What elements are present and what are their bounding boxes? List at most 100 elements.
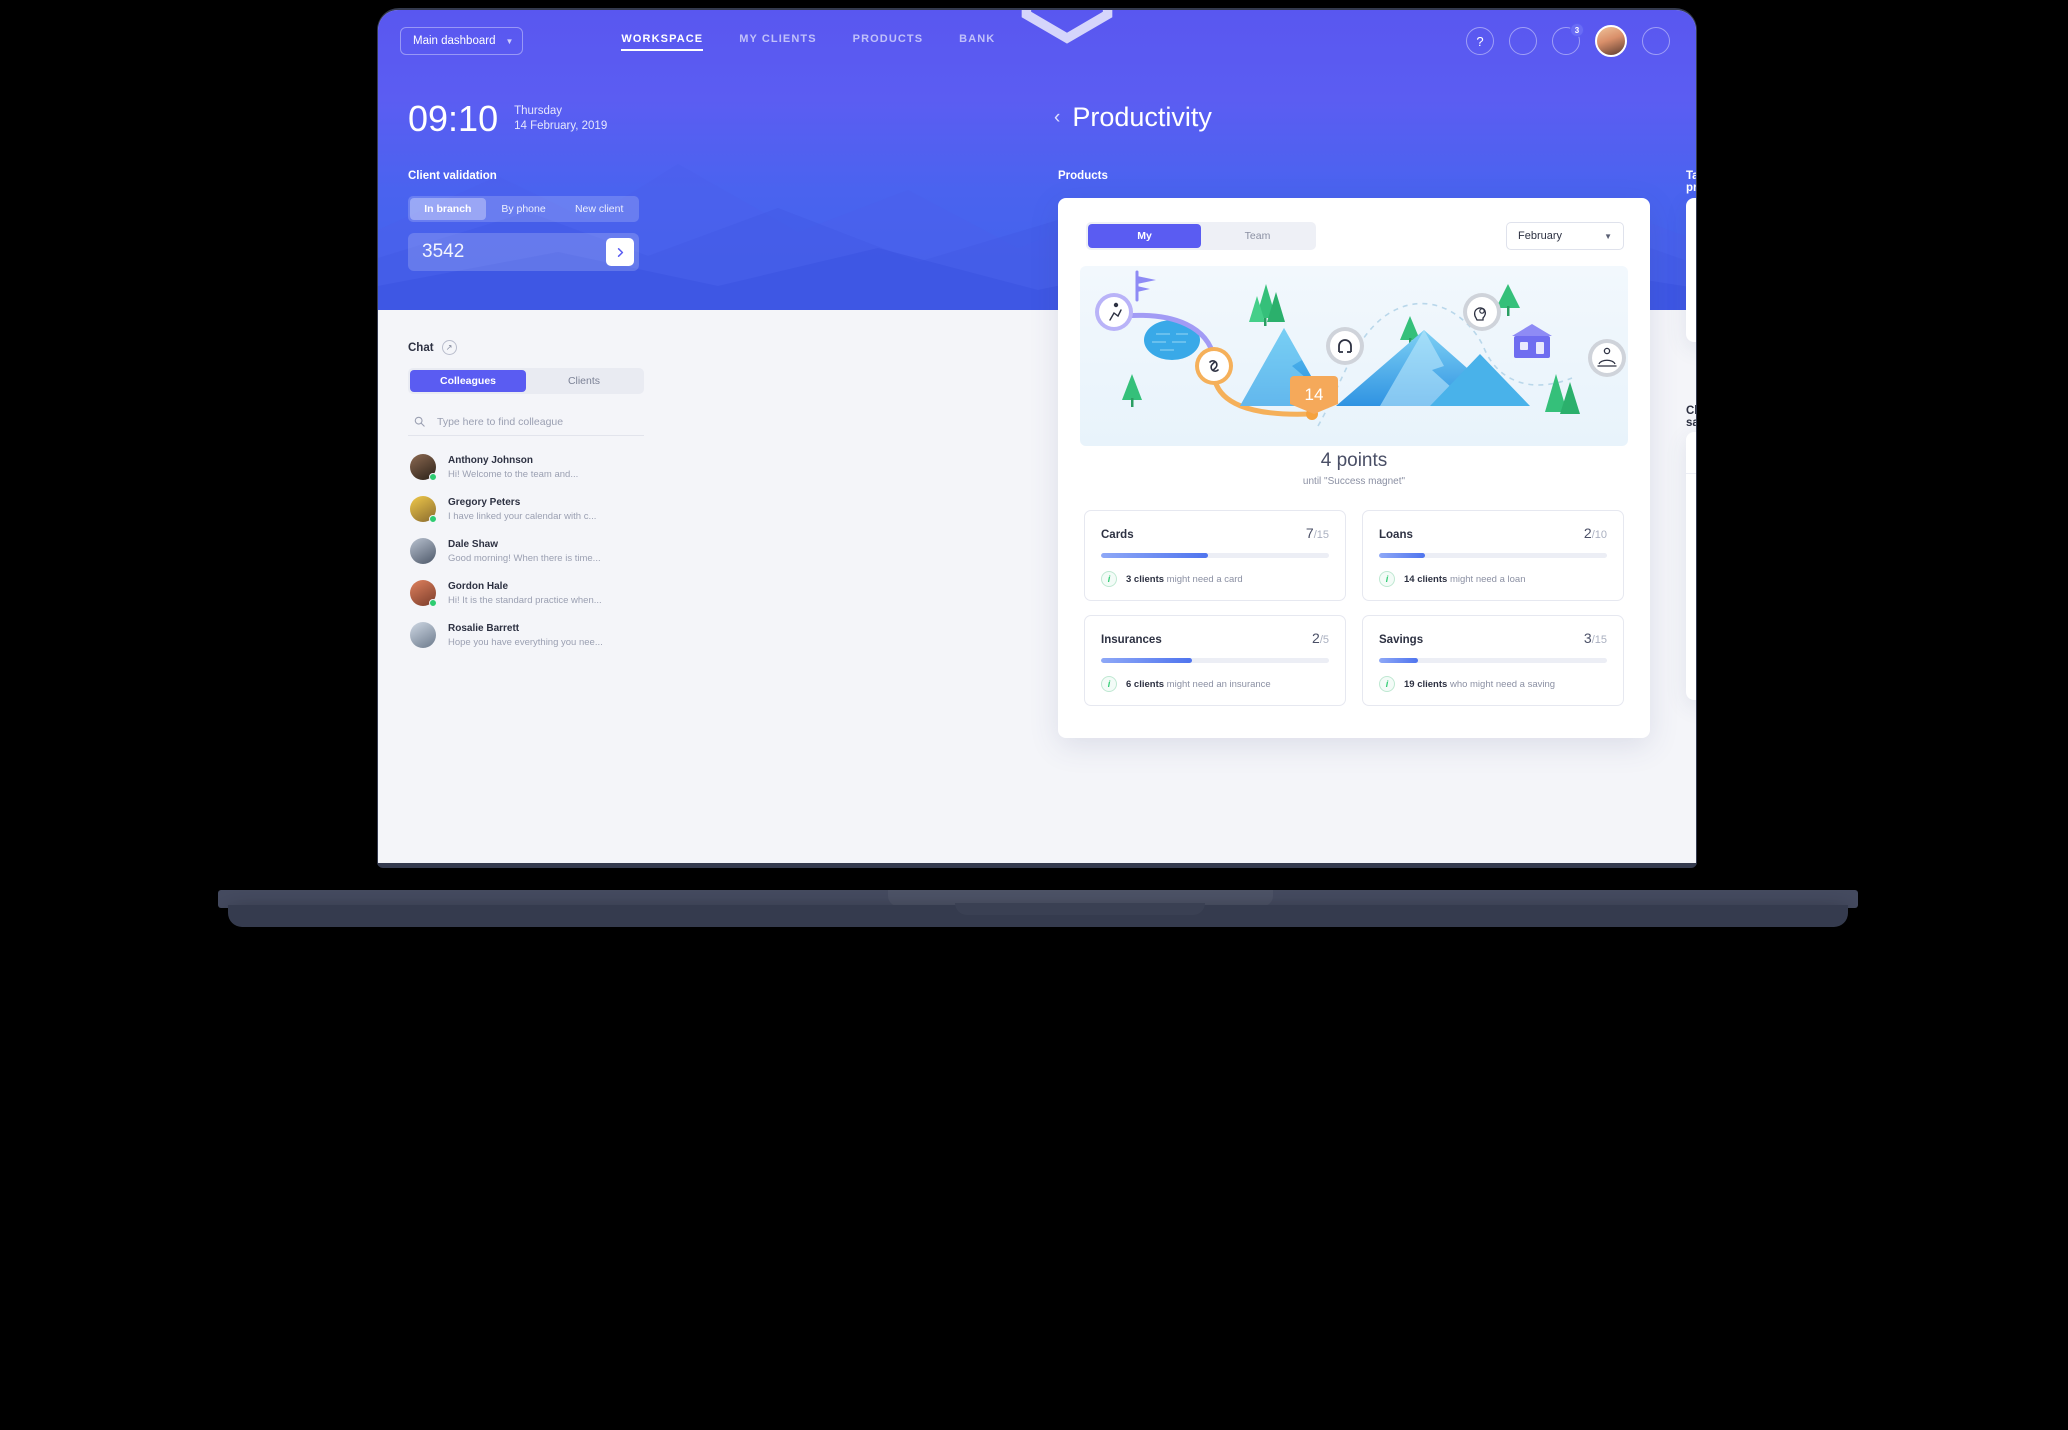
product-card-savings[interactable]: Savings 3/15 i 19 clients who might need… [1362, 615, 1624, 706]
chat-header: Chat ↗ [408, 340, 644, 355]
note-highlight: 19 clients [1404, 678, 1448, 690]
chat-search[interactable]: Type here to find colleague [408, 408, 644, 436]
avatar [410, 454, 437, 481]
chat-preview-message: Hi! It is the standard practice when... [448, 594, 602, 606]
top-navigation-bar: Main dashboard ▼ WORKSPACE MY CLIENTS PR… [378, 10, 1696, 72]
product-note: i 6 clients might need an insurance [1101, 676, 1329, 692]
online-indicator [429, 599, 437, 607]
product-name: Loans [1379, 529, 1413, 541]
products-tabs: My Team [1086, 222, 1316, 250]
search-button[interactable] [1509, 27, 1537, 55]
product-value: 7/15 [1305, 525, 1329, 541]
tab-colleagues[interactable]: Colleagues [410, 370, 526, 392]
chevron-right-icon [617, 247, 623, 257]
products-card: My Team February ▼ 14 4 points until "Su… [1058, 198, 1650, 738]
chat-search-placeholder: Type here to find colleague [437, 415, 564, 428]
note-text: might need a loan [1449, 573, 1526, 585]
page-title: ‹ Productivity [1054, 102, 1212, 133]
date-value: 14 February, 2019 [514, 120, 608, 132]
page-title-text: Productivity [1072, 102, 1212, 132]
chevron-down-icon: ▼ [505, 36, 514, 46]
product-name: Savings [1379, 634, 1424, 646]
note-text: who might need a saving [1449, 678, 1556, 690]
logout-button[interactable] [1642, 27, 1670, 55]
chat-preview-message: I have linked your calendar with c... [448, 510, 597, 522]
search-icon [414, 416, 425, 427]
avatar [410, 496, 437, 523]
journey-map-svg: 14 [1080, 266, 1628, 446]
chat-list-item[interactable]: Gregory Peters I have linked your calend… [408, 488, 644, 530]
client-code-input[interactable]: 3542 [422, 241, 606, 263]
points-subtitle: until "Success magnet" [1302, 476, 1406, 487]
product-note: i 14 clients might need a loan [1379, 571, 1607, 587]
hexagon-cluster-logo-icon[interactable] [408, 10, 1696, 72]
note-highlight: 14 clients [1404, 573, 1448, 585]
chat-section: Chat ↗ Colleagues Clients Type here to f… [408, 340, 644, 656]
chat-list-item[interactable]: Dale Shaw Good morning! When there is ti… [408, 530, 644, 572]
tab-in-branch[interactable]: In branch [410, 198, 486, 220]
client-validation-tabs: In branch By phone New client [408, 196, 639, 222]
product-value: 3/15 [1583, 630, 1607, 646]
chevron-left-icon[interactable]: ‹ [1054, 107, 1060, 129]
client-validation-submit-button[interactable] [606, 238, 634, 266]
badge-magnet [1326, 327, 1364, 365]
task-progress-card: 286 Your tasks In time 272 Due-date 14 [1686, 198, 1696, 342]
nav-label: WORKSPACE [621, 32, 704, 45]
chat-list-item[interactable]: Rosalie Barrett Hope you have everything… [408, 614, 644, 656]
help-button[interactable]: ? [1466, 27, 1494, 55]
nav-label: BANK [959, 32, 996, 45]
laptop-mockup: Main dashboard ▼ WORKSPACE MY CLIENTS PR… [0, 0, 2068, 1430]
nav-item-my-clients[interactable]: MY CLIENTS [739, 33, 816, 50]
chat-list: Anthony Johnson Hi! Welcome to the team … [408, 446, 644, 656]
task-progress-header: Task progress ↗ [1686, 170, 1696, 194]
note-text: might need an insurance [1166, 678, 1271, 690]
client-satisfaction-card: Overall satisfaction 4.1 Customer servic… [1686, 432, 1696, 700]
chat-list-item[interactable]: Gordon Hale Hi! It is the standard pract… [408, 572, 644, 614]
nav-item-bank[interactable]: BANK [959, 33, 995, 50]
client-satisfaction-header: Client satisfaction ↗ [1686, 405, 1696, 429]
weekday: Thursday [514, 105, 563, 117]
points-summary: 4 points until "Success magnet" [1058, 450, 1650, 487]
tab-new-client[interactable]: New client [561, 198, 637, 220]
client-validation-section: Client validation In branch By phone New… [408, 170, 639, 271]
products-label: Products [1058, 170, 1108, 182]
avatar [410, 622, 436, 648]
client-validation-input-group: 3542 [408, 233, 639, 271]
task-progress-label: Task progress [1686, 170, 1696, 194]
chat-preview-message: Hi! Welcome to the team and... [448, 468, 579, 480]
product-name: Insurances [1101, 634, 1162, 646]
month-select[interactable]: February ▼ [1506, 222, 1624, 250]
info-icon: i [1101, 676, 1117, 692]
chat-title: Chat [408, 341, 434, 354]
notifications-button[interactable]: 3 [1552, 23, 1584, 55]
nav-item-products[interactable]: PRODUCTS [853, 33, 924, 50]
tab-team[interactable]: Team [1201, 224, 1314, 248]
product-value: 2/10 [1583, 525, 1607, 541]
product-card-insurances[interactable]: Insurances 2/5 i 6 clients might need an… [1084, 615, 1346, 706]
chat-preview-message: Hope you have everything you nee... [448, 636, 603, 648]
current-date: Thursday 14 February, 2019 [514, 104, 607, 134]
client-satisfaction-label: Client satisfaction [1686, 405, 1696, 429]
chat-contact-name: Anthony Johnson [448, 454, 533, 466]
nav-label: PRODUCTS [852, 32, 924, 45]
nav-item-workspace[interactable]: WORKSPACE [621, 32, 704, 51]
chat-contact-name: Dale Shaw [448, 538, 499, 550]
logout-icon [1643, 10, 1696, 54]
note-highlight: 6 clients [1126, 678, 1165, 690]
month-select-value: February [1518, 230, 1563, 242]
chat-list-item[interactable]: Anthony Johnson Hi! Welcome to the team … [408, 446, 644, 488]
product-name: Cards [1101, 529, 1134, 541]
progress-bar [1379, 658, 1607, 663]
external-link-icon[interactable]: ↗ [441, 340, 457, 355]
product-card-cards[interactable]: Cards 7/15 i 3 clients might need a card [1084, 510, 1346, 601]
avatar [410, 580, 437, 607]
current-time: 09:10 [408, 98, 499, 139]
progress-bar [1101, 553, 1329, 558]
points-value: 4 points [1320, 450, 1388, 471]
tab-clients[interactable]: Clients [526, 370, 642, 392]
tab-my[interactable]: My [1088, 224, 1201, 248]
badge-link [1195, 347, 1233, 385]
product-card-loans[interactable]: Loans 2/10 i 14 clients might need a loa… [1362, 510, 1624, 601]
chat-contact-name: Gordon Hale [448, 580, 509, 592]
tab-by-phone[interactable]: By phone [486, 198, 562, 220]
